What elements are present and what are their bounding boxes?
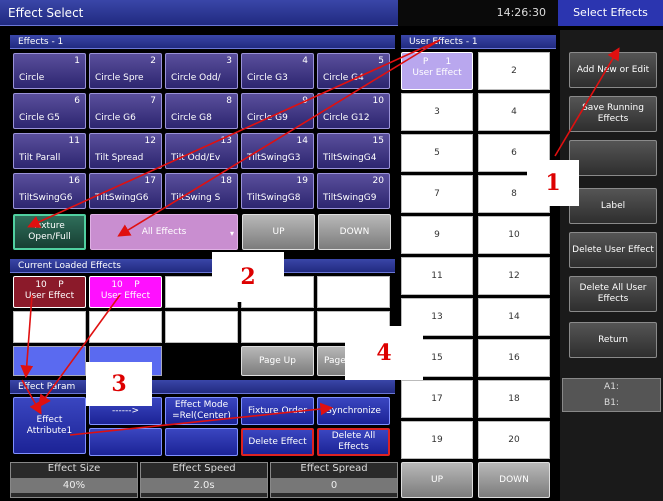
annotation-1: 1 <box>527 160 579 206</box>
arrow-3 <box>21 379 42 415</box>
effect-select-screen: { "title":"Effect Select", "clock":"14:2… <box>0 0 663 501</box>
arrow-2a <box>20 294 34 379</box>
annotation-2: 2 <box>212 252 284 302</box>
annotation-arrows <box>20 39 620 436</box>
annotation-4: 4 <box>345 326 423 380</box>
arrow-4 <box>69 402 334 436</box>
arrow-1b <box>27 39 441 228</box>
arrow-1a <box>554 47 620 157</box>
annotation-3: 3 <box>86 362 152 406</box>
arrow-1c <box>117 39 441 237</box>
